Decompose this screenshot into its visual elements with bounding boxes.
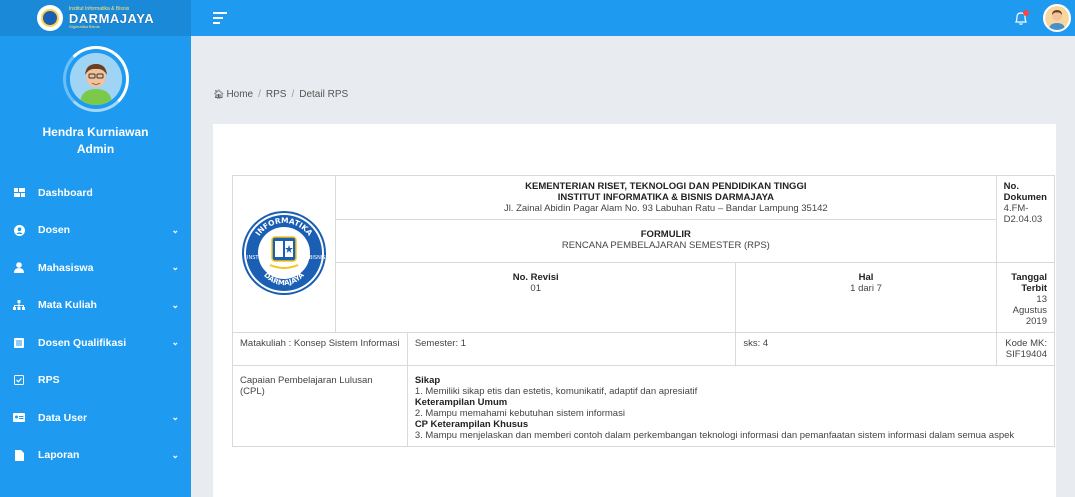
header-address: Jl. Zainal Abidin Pagar Alam No. 93 Labu… <box>503 203 828 214</box>
chevron-down-icon: ⌄ <box>171 262 179 273</box>
notification-bell-icon[interactable] <box>1013 10 1029 26</box>
cpl-keterampilan-khusus-title: CP Keterampilan Khusus <box>414 419 529 430</box>
no-revisi-label: No. Revisi <box>512 272 559 283</box>
sidebar: Institut Informatika & Bisnis DARMAJAYA … <box>0 0 191 497</box>
sidebar-item-dosen-qualifikasi[interactable]: Dosen Qualifikasi ⌄ <box>0 324 191 362</box>
topbar <box>191 0 1075 36</box>
breadcrumb-home[interactable]: Home <box>226 89 253 100</box>
sidebar-item-label: RPS <box>38 374 60 387</box>
sidebar-item-laporan[interactable]: Laporan ⌄ <box>0 437 191 475</box>
checkbox-icon <box>13 374 25 386</box>
user-circle-icon <box>13 224 25 236</box>
table-row: No. Revisi 01 Hal 1 dari 7 Tanggal Terbi… <box>233 262 1056 333</box>
no-dokumen-value: 4.FM- <box>1003 203 1029 214</box>
cpl-keterampilan-umum-item: 2. Mampu memahami kebutuhan sistem infor… <box>414 408 625 419</box>
formulir-subtitle: RENCANA PEMBELAJARAN SEMESTER (RPS) <box>561 240 770 251</box>
chevron-down-icon: ⌄ <box>171 412 179 423</box>
table-row: Matakuliah : Konsep Sistem Informasi Sem… <box>232 332 1056 366</box>
sidebar-item-data-user[interactable]: Data User ⌄ <box>0 399 191 437</box>
chevron-down-icon: ⌄ <box>171 224 179 235</box>
header-institution-cell: KEMENTERIAN RISET, TEKNOLOGI DAN PENDIDI… <box>335 175 997 220</box>
chevron-down-icon: ⌄ <box>171 299 179 310</box>
profile-name: Hendra Kurniawan <box>42 125 149 139</box>
sidebar-item-label: Mahasiswa <box>38 261 94 274</box>
brand-tagline-bottom: Gigimatika Bisnis <box>68 24 100 29</box>
sidebar-item-label: Dosen <box>38 224 71 237</box>
seal-text-right: BISNIS <box>309 255 325 261</box>
breadcrumb-rps[interactable]: RPS <box>266 89 287 100</box>
breadcrumb: 🏠︎ Home / RPS / Detail RPS <box>213 89 349 100</box>
sidebar-item-rps[interactable]: RPS <box>0 362 191 400</box>
table-row: INFORMATIKA INSTITUT BISNIS DARMAJAYA KE… <box>232 175 1056 333</box>
chevron-down-icon: ⌄ <box>171 337 179 348</box>
tanggal-terbit-cell: Tanggal Terbit 13 Agustus 2019 <box>995 262 1056 333</box>
formulir-title: FORMULIR <box>640 229 691 240</box>
file-icon <box>13 449 25 461</box>
dashboard-icon <box>13 187 25 199</box>
id-card-icon <box>13 412 25 424</box>
no-dokumen-label: No. <box>1003 181 1019 192</box>
darmajaya-logo-icon <box>36 5 63 31</box>
no-revisi-value: 01 <box>530 283 541 294</box>
matakuliah-cell: Matakuliah : Konsep Sistem Informasi <box>232 332 408 366</box>
brand-logo[interactable]: Institut Informatika & Bisnis DARMAJAYA … <box>0 0 191 36</box>
sidebar-item-label: Dashboard <box>38 186 93 199</box>
header-ministry: KEMENTERIAN RISET, TEKNOLOGI DAN PENDIDI… <box>525 181 807 192</box>
sidebar-item-dashboard[interactable]: Dashboard <box>0 174 191 212</box>
sks-cell: sks: 4 <box>735 332 997 366</box>
table-row: FORMULIR RENCANA PEMBELAJARAN SEMESTER (… <box>233 219 1055 263</box>
sidebar-item-dosen[interactable]: Dosen ⌄ <box>0 212 191 250</box>
sidebar-item-label: Data User <box>38 411 88 424</box>
user-avatar-icon <box>69 53 122 105</box>
cpl-label-cell: Capaian Pembelajaran Lulusan (CPL) <box>232 365 408 447</box>
no-dokumen-cell: No. Dokumen 4.FM- D2.04.03 <box>995 175 1056 263</box>
user-avatar-icon <box>1045 6 1069 30</box>
no-revisi-cell: No. Revisi 01 <box>334 262 737 333</box>
hal-label: Hal <box>858 272 874 283</box>
sidebar-item-mata-kuliah[interactable]: Mata Kuliah ⌄ <box>0 287 191 325</box>
tanggal-label: Tanggal <box>1011 272 1047 283</box>
menu-toggle-icon[interactable] <box>213 12 227 27</box>
list-icon <box>13 337 25 349</box>
kode-mk-cell: Kode MK: SIF19404 <box>995 332 1056 366</box>
profile-role: Admin <box>76 142 115 156</box>
rps-detail-card: INFORMATIKA INSTITUT BISNIS DARMAJAYA KE… <box>213 124 1056 497</box>
user-icon <box>13 262 25 274</box>
rps-document-table: INFORMATIKA INSTITUT BISNIS DARMAJAYA KE… <box>232 175 1056 447</box>
cpl-keterampilan-khusus-item: 3. Mampu menjelaskan dan memberi contoh … <box>414 430 1015 441</box>
chevron-down-icon: ⌄ <box>171 449 179 460</box>
hal-cell: Hal 1 dari 7 <box>735 262 997 333</box>
notification-dot <box>1023 10 1029 16</box>
breadcrumb-current: Detail RPS <box>299 89 349 100</box>
table-row: Capaian Pembelajaran Lulusan (CPL) Sikap… <box>232 365 1056 447</box>
profile-avatar-ring <box>62 46 129 112</box>
cpl-sikap-title: Sikap <box>414 375 441 386</box>
formulir-cell: FORMULIR RENCANA PEMBELAJARAN SEMESTER (… <box>335 219 997 263</box>
cpl-keterampilan-umum-title: Keterampilan Umum <box>414 397 508 408</box>
sidebar-menu: Dashboard Dosen ⌄ Mahasiswa ⌄ Mata Kulia… <box>0 174 191 474</box>
semester-cell: Semester: 1 <box>406 332 737 366</box>
tanggal-value: 13 Agustus <box>1012 294 1047 316</box>
home-icon: 🏠︎ <box>213 89 225 99</box>
sidebar-item-label: Laporan <box>38 449 80 462</box>
hal-value: 1 dari 7 <box>850 283 882 294</box>
header-institution: INSTITUT INFORMATIKA & BISNIS DARMAJAYA <box>557 192 774 203</box>
sidebar-item-mahasiswa[interactable]: Mahasiswa ⌄ <box>0 249 191 287</box>
institution-seal-cell: INFORMATIKA INSTITUT BISNIS DARMAJAYA <box>232 175 336 333</box>
cpl-sikap-item: 1. Memiliki sikap etis dan estetis, komu… <box>414 386 698 397</box>
topbar-avatar[interactable] <box>1043 4 1071 32</box>
institution-seal-icon: INFORMATIKA INSTITUT BISNIS DARMAJAYA <box>242 210 326 295</box>
sitemap-icon <box>13 299 25 311</box>
kode-mk-label: Kode MK: <box>1005 338 1047 349</box>
sidebar-item-label: Dosen Qualifikasi <box>38 336 127 349</box>
cpl-content-cell: Sikap 1. Memiliki sikap etis dan estetis… <box>406 365 1056 447</box>
seal-text-left: INSTITUT <box>247 255 271 261</box>
kode-mk-value: SIF19404 <box>1005 349 1047 360</box>
sidebar-item-label: Mata Kuliah <box>38 299 97 312</box>
avatar <box>69 53 122 105</box>
user-profile: Hendra Kurniawan Admin <box>0 36 191 158</box>
